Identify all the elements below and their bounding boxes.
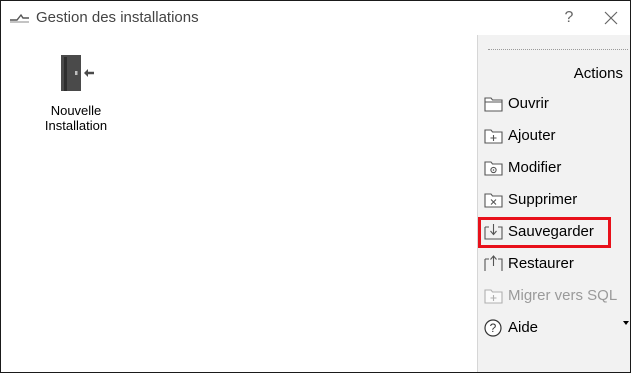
action-restore-label: Restaurer bbox=[508, 255, 574, 272]
migrate-sql-icon bbox=[484, 289, 503, 304]
action-edit-label: Modifier bbox=[508, 159, 562, 176]
action-migrate-sql-label: Migrer vers SQL bbox=[508, 287, 618, 304]
action-help-label: Aide bbox=[508, 319, 539, 336]
label-line-1: Nouvelle bbox=[50, 103, 102, 118]
pane-separator bbox=[488, 49, 628, 50]
title-bar[interactable]: Gestion des installations ? bbox=[1, 1, 630, 35]
installations-pane: Nouvelle Installation bbox=[1, 35, 478, 372]
label-line-2: Installation bbox=[44, 118, 108, 133]
folder-open-icon bbox=[484, 97, 503, 112]
chevron-down-icon[interactable] bbox=[623, 321, 629, 325]
close-icon[interactable] bbox=[599, 6, 623, 30]
help-button[interactable]: ? bbox=[557, 6, 581, 30]
dialog-window: Gestion des installations ? Nouvelle Ins… bbox=[0, 0, 631, 373]
folder-add-icon bbox=[484, 129, 503, 144]
action-add-label: Ajouter bbox=[508, 127, 556, 144]
action-open-label: Ouvrir bbox=[508, 95, 549, 112]
svg-text:?: ? bbox=[490, 321, 497, 335]
folder-delete-icon bbox=[484, 193, 503, 208]
window-title: Gestion des installations bbox=[36, 9, 199, 26]
actions-heading: Actions bbox=[573, 65, 623, 82]
folder-edit-icon bbox=[484, 161, 503, 176]
new-installation-item[interactable]: Nouvelle Installation bbox=[31, 53, 121, 143]
restore-upload-icon bbox=[484, 255, 503, 271]
help-circle-icon: ? bbox=[484, 319, 502, 337]
door-enter-icon bbox=[61, 55, 94, 91]
highlight-frame bbox=[478, 217, 611, 248]
actions-pane: Actions Ouvrir Ajouter Modifier Supprime… bbox=[478, 35, 630, 372]
action-delete-label: Supprimer bbox=[508, 191, 578, 208]
new-installation-label: Nouvelle Installation bbox=[31, 103, 121, 133]
app-logo-icon bbox=[10, 13, 29, 23]
